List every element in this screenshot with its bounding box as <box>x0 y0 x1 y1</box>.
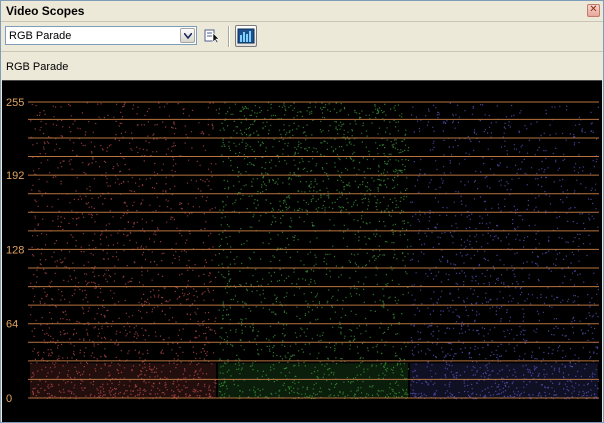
tick-label-0: 0 <box>6 393 12 405</box>
tick-label-64: 64 <box>6 319 18 331</box>
close-icon: ✕ <box>589 4 598 15</box>
tick-label-192: 192 <box>6 170 24 182</box>
pick-color-button[interactable] <box>204 27 222 45</box>
red-channel-points <box>30 102 217 400</box>
chevron-down-icon <box>184 33 192 39</box>
video-scopes-window: Video Scopes ✕ RGB Parade RGB Parade 255… <box>0 0 604 423</box>
blue-channel-trace <box>410 102 599 400</box>
toolbar-separator <box>228 26 230 47</box>
scope-type-select[interactable]: RGB Parade <box>5 26 197 45</box>
tick-label-255: 255 <box>6 97 24 109</box>
scope-canvas: 255 192 128 64 0 <box>6 97 599 405</box>
green-shadow-band <box>218 363 408 398</box>
title-bar: Video Scopes ✕ <box>1 1 603 22</box>
parade-histogram-icon <box>237 28 255 44</box>
cursor-pick-icon <box>204 29 220 44</box>
window-title: Video Scopes <box>6 4 85 18</box>
scope-name-label: RGB Parade <box>6 61 69 73</box>
blue-shadow-band <box>410 363 598 398</box>
scope-type-value: RGB Parade <box>9 30 72 42</box>
scope-subheader: RGB Parade <box>1 52 603 80</box>
dropdown-button[interactable] <box>180 28 195 43</box>
green-channel-trace <box>218 102 410 400</box>
blue-channel-points <box>410 102 599 400</box>
close-button[interactable]: ✕ <box>587 4 600 17</box>
rgb-parade-scope: 255 192 128 64 0 <box>2 80 602 422</box>
red-channel-trace <box>30 102 217 400</box>
parade-view-button[interactable] <box>235 25 257 47</box>
green-channel-points <box>218 102 410 400</box>
red-shadow-band <box>30 363 216 398</box>
tick-label-128: 128 <box>6 244 24 256</box>
toolbar: RGB Parade <box>1 22 603 52</box>
